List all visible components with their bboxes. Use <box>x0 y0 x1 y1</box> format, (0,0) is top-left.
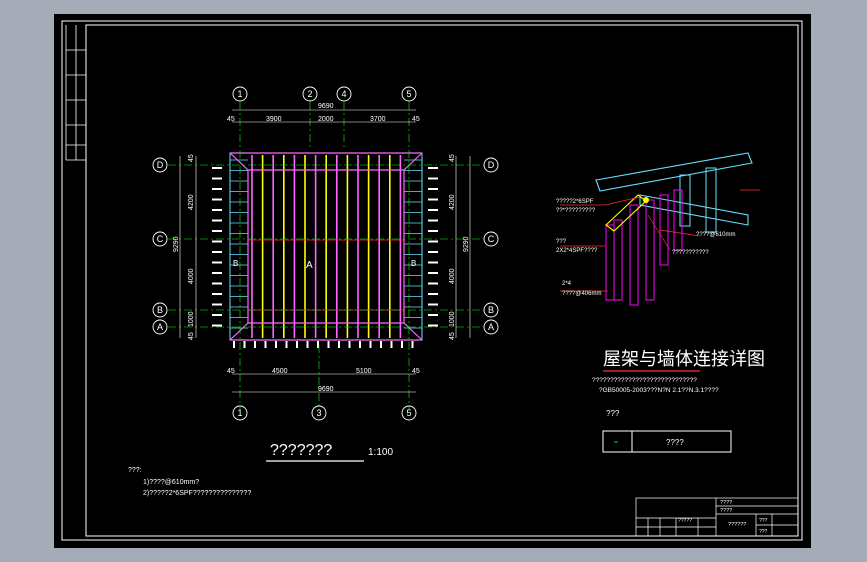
detail-reference: ????????????????????????????? <box>592 377 697 384</box>
dim-top-seg: 45 <box>227 116 235 123</box>
detail-callout: ??*????????? <box>556 208 596 214</box>
detail-callout: ????@610mm <box>696 232 735 238</box>
dim-side-seg: 4200 <box>449 194 456 210</box>
dim-side-seg: 45 <box>449 332 456 340</box>
title-block-text: ???? <box>720 508 732 514</box>
zone-label-left: B <box>233 259 238 268</box>
cad-drawing-viewport[interactable]: A B B 9690 45 3900 2000 3700 45 45 4500 … <box>0 0 867 562</box>
detail-callout: 2X2*4SPF???? <box>556 248 598 254</box>
dim-side-seg: 4000 <box>188 268 195 284</box>
zone-label-right: B <box>411 259 416 268</box>
detail-title: 屋架与墙体连接详图 <box>603 349 765 369</box>
detail-callout: ??????????? <box>672 250 709 256</box>
axis-label-right: D <box>488 160 495 170</box>
dim-side-seg: 45 <box>449 154 456 162</box>
detail-callout: ??? <box>556 239 567 245</box>
axis-label-bottom: 5 <box>406 408 411 418</box>
notes-line: 1)????@610mm? <box>143 479 199 486</box>
dim-bottom-seg: 4500 <box>272 368 288 375</box>
axis-label-top: 5 <box>406 89 411 99</box>
detail-reference: ?GB50005-2003???N?N 2.1??N.3.1???? <box>599 387 719 394</box>
axis-label-left: C <box>157 234 164 244</box>
axis-label-right: B <box>488 305 494 315</box>
dim-side-seg: 45 <box>188 154 195 162</box>
axis-label-right: A <box>488 322 494 332</box>
axis-label-top: 1 <box>237 89 242 99</box>
detail-callout: 2*4 <box>562 281 572 287</box>
notes-heading: ???: <box>128 467 142 474</box>
legend-heading: ??? <box>606 409 620 418</box>
dim-top-seg: 2000 <box>318 116 334 123</box>
title-block-text: ?????? <box>728 522 746 528</box>
zone-label-center: A <box>306 260 313 271</box>
axis-label-right: C <box>488 234 495 244</box>
axis-label-left: B <box>157 305 163 315</box>
dim-top-seg: 3900 <box>266 116 282 123</box>
dim-side-seg: 4200 <box>188 194 195 210</box>
axis-label-left: A <box>157 322 163 332</box>
dim-bottom-seg: 45 <box>227 368 235 375</box>
title-block-text: ????? <box>678 518 692 524</box>
notes-line: 2)?????2*6SPF??????????????? <box>143 490 251 497</box>
legend-label: ???? <box>666 438 684 447</box>
dim-top-total: 9690 <box>318 103 334 110</box>
dim-side-seg: 45 <box>188 332 195 340</box>
dim-bottom-total: 9690 <box>318 386 334 393</box>
axis-label-left: D <box>157 160 164 170</box>
detail-callout: ?????2*6SPF <box>556 199 594 205</box>
dim-top-seg: 45 <box>412 116 420 123</box>
title-block-text: ??? <box>759 529 768 535</box>
dim-side-total: 9290 <box>173 236 180 252</box>
dim-bottom-seg: 45 <box>412 368 420 375</box>
dim-side-seg: 4000 <box>449 268 456 284</box>
connector-mark <box>643 197 649 203</box>
dim-top-seg: 3700 <box>370 116 386 123</box>
dim-side-seg: 1000 <box>449 311 456 327</box>
plan-scale: 1:100 <box>368 447 393 458</box>
dim-bottom-seg: 5100 <box>356 368 372 375</box>
dim-side-seg: 1000 <box>188 311 195 327</box>
drawing-canvas <box>54 14 811 548</box>
legend-symbol: - <box>614 434 618 448</box>
axis-label-top: 4 <box>341 89 346 99</box>
plan-title: ??????? <box>270 442 332 459</box>
axis-label-top: 2 <box>307 89 312 99</box>
axis-label-bottom: 3 <box>316 408 321 418</box>
title-block-text: ??? <box>759 518 768 524</box>
title-block-text: ???? <box>720 500 732 506</box>
dim-side-total: 9290 <box>463 236 470 252</box>
detail-callout: ????@406mm <box>562 291 601 297</box>
axis-label-bottom: 1 <box>237 408 242 418</box>
